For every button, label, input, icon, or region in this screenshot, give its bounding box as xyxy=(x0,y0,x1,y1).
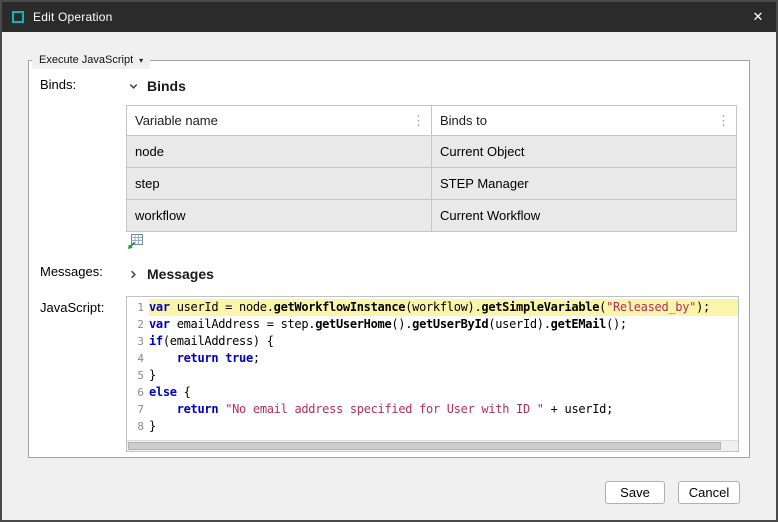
app-icon xyxy=(12,11,24,23)
line-number: 1 xyxy=(127,299,144,316)
messages-field-label: Messages: xyxy=(40,264,103,279)
binds-table: Variable name ⋮ Binds to ⋮ nodeCurrent O xyxy=(126,105,737,232)
code-line[interactable]: return true; xyxy=(149,350,738,367)
code-line[interactable]: var emailAddress = step.getUserHome().ge… xyxy=(149,316,738,333)
column-header-label: Variable name xyxy=(135,113,218,128)
table-edit-icon xyxy=(127,238,144,253)
variable-name-cell[interactable]: step xyxy=(127,168,432,200)
edit-binds-table-button[interactable] xyxy=(126,233,145,252)
binds-table-body: nodeCurrent ObjectstepSTEP Managerworkfl… xyxy=(127,136,737,232)
horizontal-scrollbar[interactable] xyxy=(127,440,738,451)
code-line[interactable]: else { xyxy=(149,384,738,401)
titlebar[interactable]: Edit Operation ✕ xyxy=(2,2,776,32)
line-number: 3 xyxy=(127,333,144,350)
operation-type-dropdown[interactable]: Execute JavaScript ▾ xyxy=(32,51,150,69)
binds-to-cell[interactable]: Current Object xyxy=(432,136,737,168)
dropdown-arrow-icon: ▾ xyxy=(139,56,143,65)
line-number: 6 xyxy=(127,384,144,401)
binds-section-title: Binds xyxy=(147,78,186,94)
variable-name-cell[interactable]: workflow xyxy=(127,200,432,232)
code-line[interactable]: if(emailAddress) { xyxy=(149,333,738,350)
column-header-variable-name[interactable]: Variable name ⋮ xyxy=(127,106,432,136)
code-gutter: 12345678 xyxy=(127,299,149,440)
line-number: 4 xyxy=(127,350,144,367)
binds-to-cell[interactable]: Current Workflow xyxy=(432,200,737,232)
table-header-row: Variable name ⋮ Binds to ⋮ xyxy=(127,106,737,136)
cancel-button[interactable]: Cancel xyxy=(678,481,740,504)
chevron-down-icon xyxy=(128,81,139,92)
variable-name-cell[interactable]: node xyxy=(127,136,432,168)
messages-section-title: Messages xyxy=(147,266,214,282)
operation-panel: Binds: Binds Variable name ⋮ xyxy=(28,60,750,458)
editor-body: 12345678 var userId = node.getWorkflowIn… xyxy=(127,297,738,440)
edit-operation-dialog: Edit Operation ✕ Binds: Binds Variable n… xyxy=(0,0,778,522)
column-header-label: Binds to xyxy=(440,113,487,128)
code-line[interactable]: } xyxy=(149,418,738,435)
line-number: 7 xyxy=(127,401,144,418)
chevron-right-icon xyxy=(128,269,139,280)
code-line[interactable]: var userId = node.getWorkflowInstance(wo… xyxy=(149,299,738,316)
line-number: 2 xyxy=(127,316,144,333)
javascript-editor[interactable]: 12345678 var userId = node.getWorkflowIn… xyxy=(126,296,739,452)
close-icon[interactable]: ✕ xyxy=(740,2,776,32)
operation-type-label: Execute JavaScript xyxy=(39,54,133,66)
window-title: Edit Operation xyxy=(33,10,113,24)
line-number: 8 xyxy=(127,418,144,435)
scrollbar-thumb[interactable] xyxy=(128,442,721,450)
column-menu-icon[interactable]: ⋮ xyxy=(717,114,730,127)
dialog-content: Binds: Binds Variable name ⋮ xyxy=(2,32,776,520)
code-line[interactable]: return "No email address specified for U… xyxy=(149,401,738,418)
javascript-field-label: JavaScript: xyxy=(40,300,104,315)
code-line[interactable]: } xyxy=(149,367,738,384)
binds-to-cell[interactable]: STEP Manager xyxy=(432,168,737,200)
code-lines[interactable]: var userId = node.getWorkflowInstance(wo… xyxy=(149,299,738,440)
save-button[interactable]: Save xyxy=(605,481,665,504)
column-menu-icon[interactable]: ⋮ xyxy=(412,114,425,127)
binds-section-toggle[interactable]: Binds xyxy=(128,78,186,94)
table-row[interactable]: stepSTEP Manager xyxy=(127,168,737,200)
binds-field-label: Binds: xyxy=(40,77,76,92)
table-row[interactable]: nodeCurrent Object xyxy=(127,136,737,168)
table-row[interactable]: workflowCurrent Workflow xyxy=(127,200,737,232)
messages-section-toggle[interactable]: Messages xyxy=(128,266,214,282)
column-header-binds-to[interactable]: Binds to ⋮ xyxy=(432,106,737,136)
line-number: 5 xyxy=(127,367,144,384)
